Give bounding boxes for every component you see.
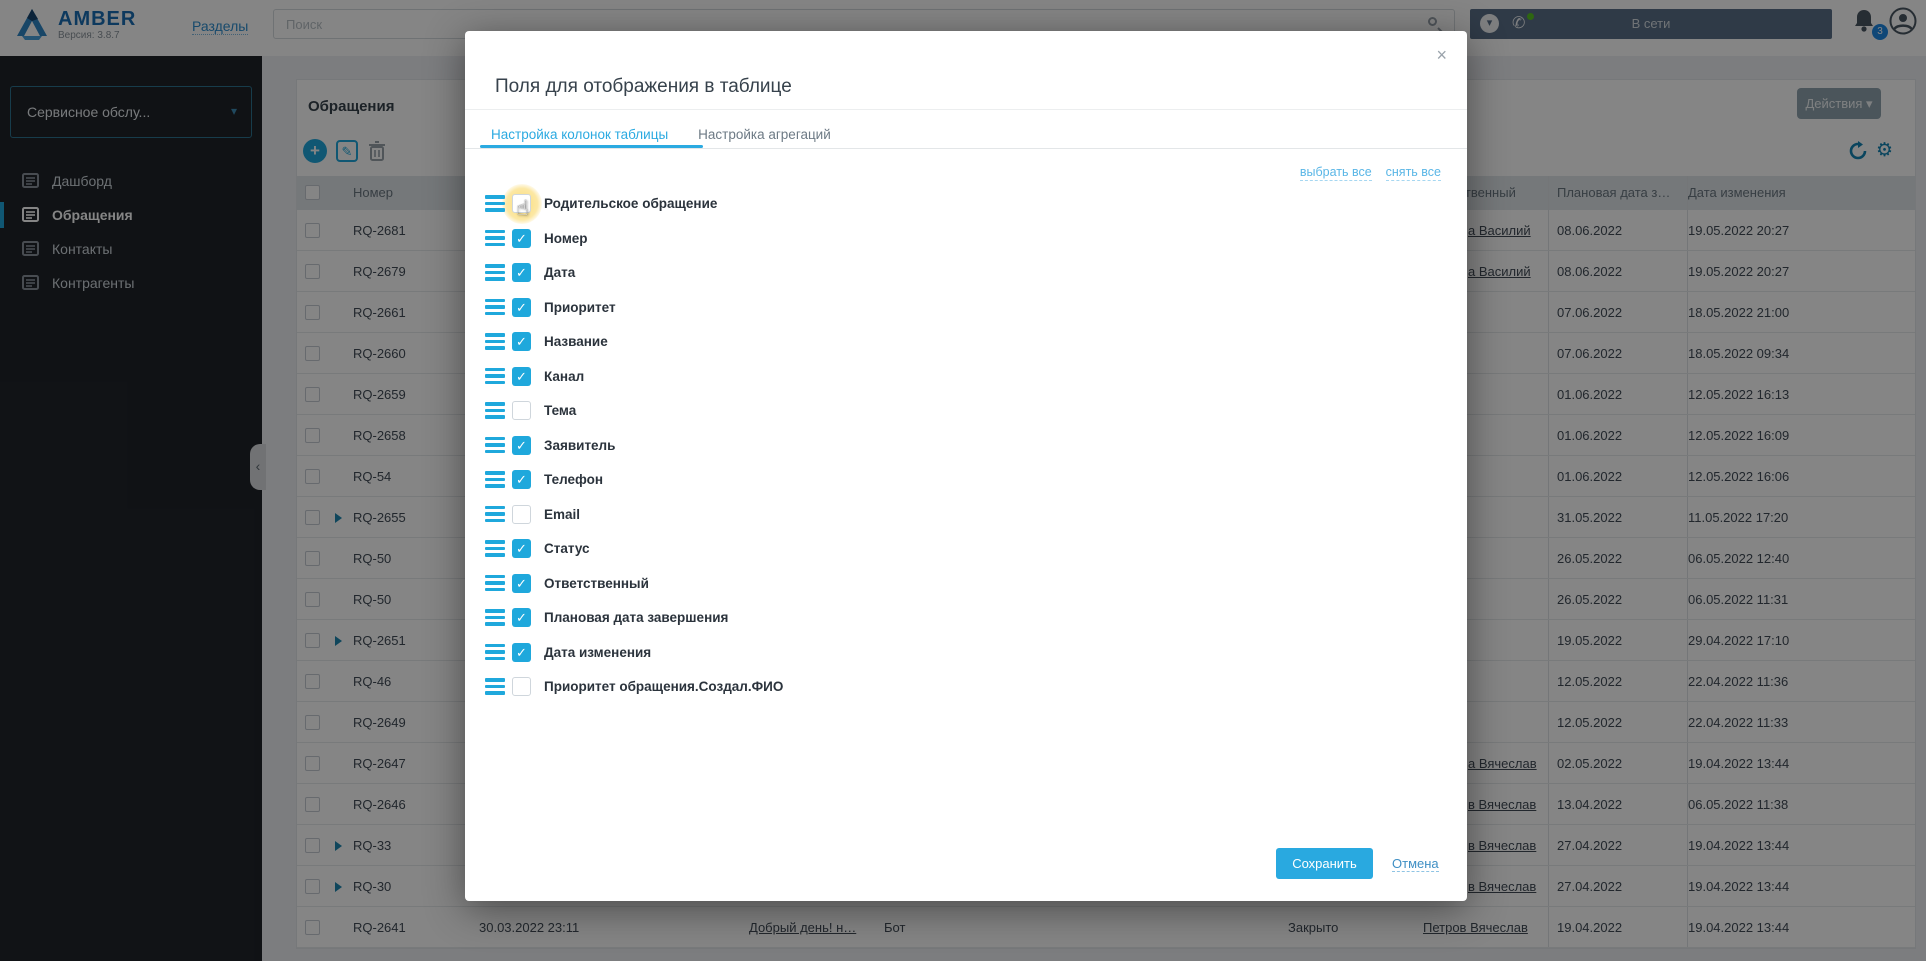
deselect-all-link[interactable]: снять все [1385,165,1441,181]
drag-handle-icon[interactable] [485,643,505,661]
close-icon[interactable]: × [1436,45,1447,66]
app-window: AMBER Версия: 3.8.7 Разделы ▾ ✆ В сети 3 [0,0,1926,961]
drag-handle-icon[interactable] [485,471,505,488]
drag-handle-icon[interactable] [485,229,505,247]
field-row: Родительское обращение [465,184,1467,224]
field-label: Канал [544,368,585,384]
drag-handle-icon[interactable] [485,333,505,350]
bulk-select-links: выбрать все снять все [1299,165,1441,181]
field-label: Приоритет обращения.Создал.ФИО [544,679,784,694]
drag-handle-icon[interactable] [485,367,505,385]
field-label: Email [544,506,581,522]
field-label: Тема [544,403,577,418]
field-label: Родительское обращение [544,196,718,211]
mouse-cursor-icon: ☝ [516,197,529,220]
field-label: Номер [544,230,588,246]
field-label: Дата [544,265,576,280]
modal-footer: Сохранить Отмена [1276,848,1439,879]
field-label: Плановая дата завершения [544,610,729,625]
fields-list: Родительское обращение ✓ Номер ✓ Дата ✓ … [465,184,1467,705]
field-checkbox[interactable]: ✓ [512,297,531,317]
field-checkbox[interactable]: ✓ [512,470,531,489]
select-all-link[interactable]: выбрать все [1299,165,1372,181]
field-label: Ответственный [544,575,649,591]
field-row: Email [465,498,1467,533]
modal-tabs: Настройка колонок таблицы Настройка агрег… [491,127,831,156]
field-row: ✓ Заявитель [465,429,1467,464]
drag-handle-icon[interactable] [485,436,505,454]
drag-handle-icon[interactable] [485,298,505,316]
field-row: ✓ Статус [465,532,1467,567]
field-row: ✓ Дата [465,256,1467,291]
cancel-button[interactable]: Отмена [1392,856,1439,872]
field-row: ✓ Приоритет [465,291,1467,326]
field-label: Заявитель [544,437,616,453]
field-checkbox[interactable]: ✓ [512,608,531,627]
field-checkbox[interactable]: ✓ [512,539,531,558]
field-checkbox[interactable]: ✓ [512,228,531,248]
field-label: Приоритет [544,299,616,315]
field-label: Статус [544,541,590,556]
tabs-divider [465,148,1467,149]
field-checkbox[interactable]: ✓ [512,366,531,386]
field-label: Телефон [544,472,604,487]
save-button[interactable]: Сохранить [1276,848,1373,879]
modal-title: Поля для отображения в таблице [495,76,792,97]
field-row: ✓ Канал [465,360,1467,395]
drag-handle-icon[interactable] [485,574,505,592]
drag-handle-icon[interactable] [485,402,505,419]
field-checkbox[interactable]: ✓ [512,573,531,593]
drag-handle-icon[interactable] [485,540,505,557]
field-row: Приоритет обращения.Создал.ФИО [465,670,1467,705]
modal-divider [465,109,1467,110]
tab-aggregations-settings[interactable]: Настройка агрегаций [698,127,831,156]
columns-settings-modal: Поля для отображения в таблице × Настрой… [465,31,1467,901]
tab-columns-settings[interactable]: Настройка колонок таблицы [491,127,668,156]
field-checkbox[interactable]: ✓ [512,263,531,282]
drag-handle-icon[interactable] [485,678,505,695]
field-row: ✓ Дата изменения [465,636,1467,671]
field-checkbox[interactable] [512,401,531,420]
drag-handle-icon[interactable] [485,264,505,281]
field-checkbox[interactable] [512,504,531,524]
field-checkbox[interactable]: ✓ [512,435,531,455]
field-row: ✓ Название [465,325,1467,360]
drag-handle-icon[interactable] [485,609,505,626]
field-label: Название [544,334,608,349]
field-checkbox[interactable]: ✓ [512,642,531,662]
drag-handle-icon[interactable] [485,195,505,212]
field-row: Тема [465,394,1467,429]
field-row: ✓ Номер [465,222,1467,257]
field-row: ✓ Ответственный [465,567,1467,602]
field-row: ✓ Телефон [465,463,1467,498]
field-checkbox[interactable]: ✓ [512,332,531,351]
field-checkbox[interactable] [512,677,531,696]
field-label: Дата изменения [544,644,652,660]
drag-handle-icon[interactable] [485,505,505,523]
field-row: ✓ Плановая дата завершения [465,601,1467,636]
